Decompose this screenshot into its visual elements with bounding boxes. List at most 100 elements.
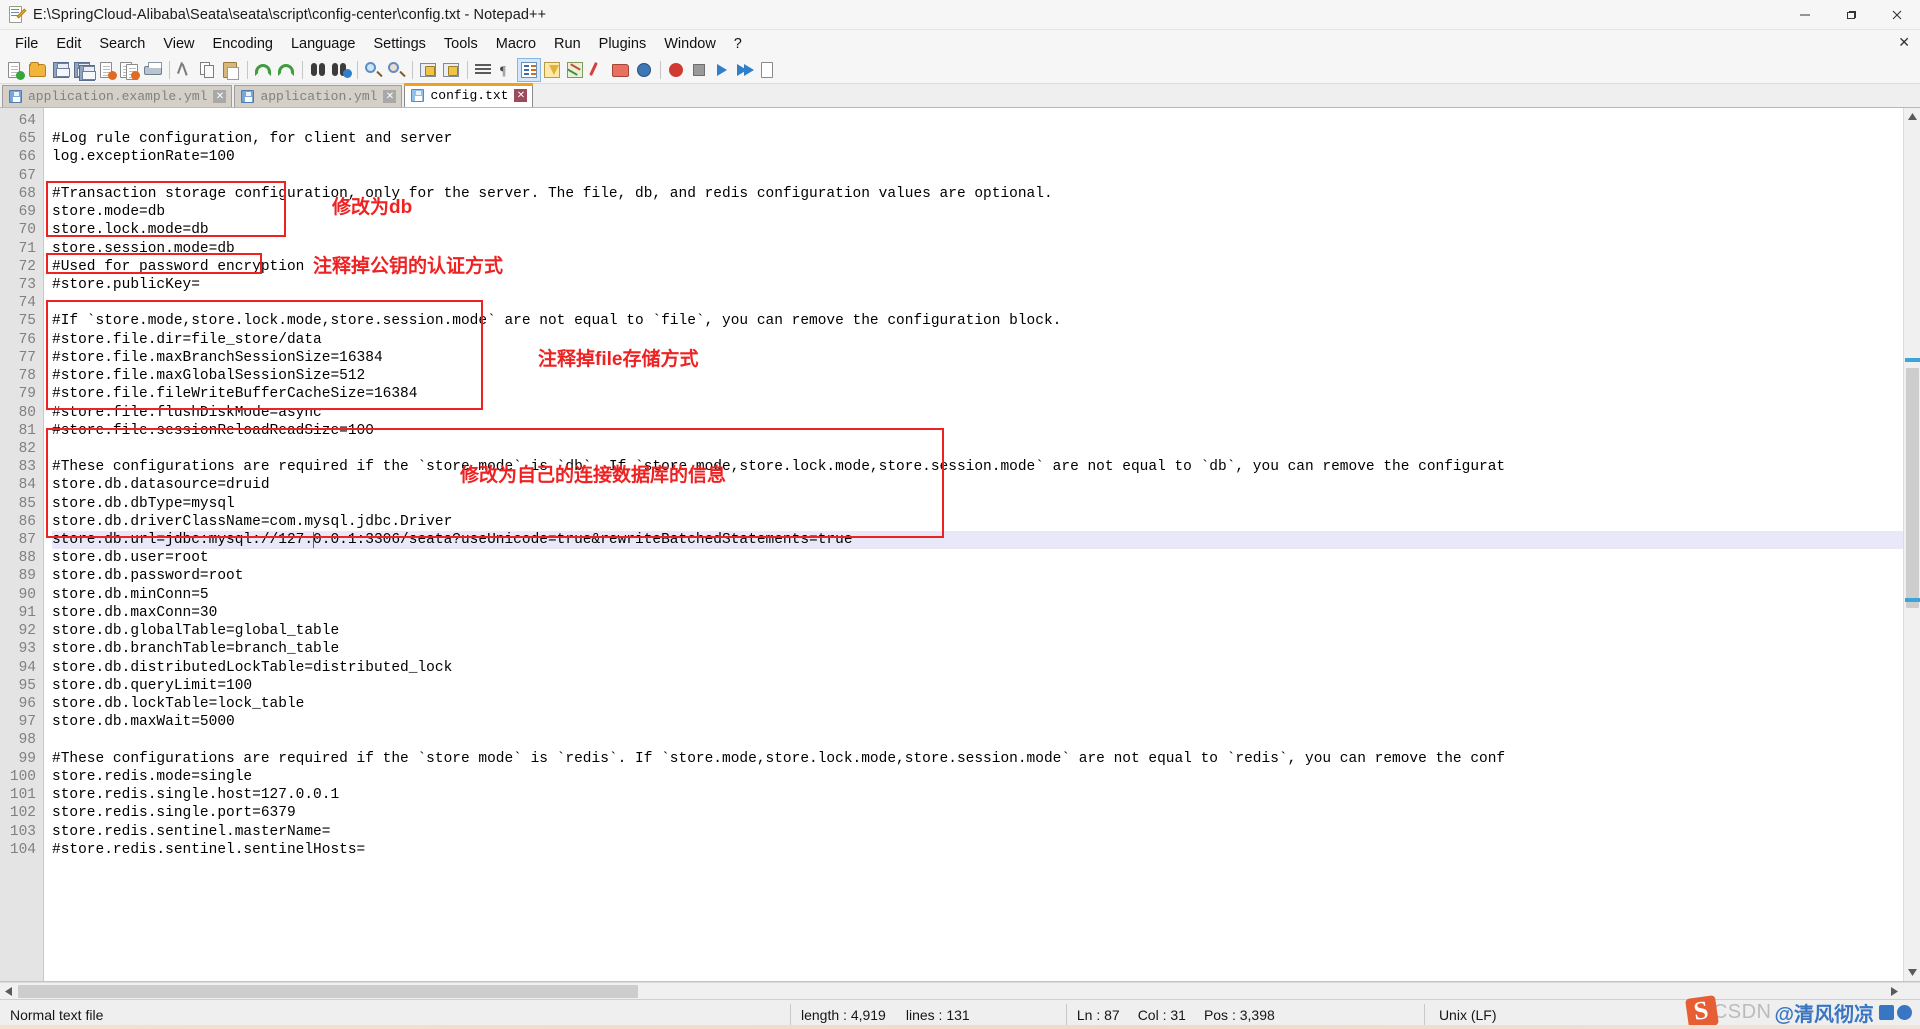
code-line[interactable]: store.db.driverClassName=com.mysql.jdbc.… bbox=[52, 513, 1920, 531]
sync-vertical-scroll-icon[interactable] bbox=[417, 59, 439, 81]
menu-run[interactable]: Run bbox=[545, 33, 590, 55]
replace-icon[interactable] bbox=[330, 59, 352, 81]
code-line[interactable]: #If `store.mode,store.lock.mode,store.se… bbox=[52, 312, 1920, 330]
menu-help[interactable]: ? bbox=[725, 33, 751, 55]
cut-icon[interactable] bbox=[174, 59, 196, 81]
tab-application-yml[interactable]: application.yml ✕ bbox=[234, 85, 403, 107]
editor-area[interactable]: 64 65 66 67 68 69 70 71 72 73 74 75 76 77 78 79 80 81 82 83… bbox=[0, 108, 1920, 982]
document-map-icon[interactable] bbox=[564, 59, 586, 81]
menu-settings[interactable]: Settings bbox=[364, 33, 434, 55]
print-icon[interactable] bbox=[142, 59, 164, 81]
tab-config-txt[interactable]: config.txt ✕ bbox=[404, 83, 534, 107]
word-wrap-icon[interactable] bbox=[472, 59, 494, 81]
show-indent-guide-icon[interactable] bbox=[517, 58, 541, 82]
menu-window[interactable]: Window bbox=[655, 33, 725, 55]
code-line[interactable] bbox=[52, 112, 1920, 130]
menu-view[interactable]: View bbox=[154, 33, 203, 55]
monitoring-icon[interactable] bbox=[633, 59, 655, 81]
code-line[interactable]: store.db.branchTable=branch_table bbox=[52, 640, 1920, 658]
macro-save-icon[interactable] bbox=[757, 59, 779, 81]
menu-macro[interactable]: Macro bbox=[487, 33, 545, 55]
scroll-right-arrow-icon[interactable] bbox=[1886, 983, 1903, 1000]
macro-play-multiple-icon[interactable] bbox=[734, 59, 756, 81]
code-line[interactable]: store.db.user=root bbox=[52, 549, 1920, 567]
save-all-icon[interactable] bbox=[73, 59, 96, 81]
user-defined-dialogue-icon[interactable] bbox=[541, 59, 563, 81]
tab-application-example-yml[interactable]: application.example.yml ✕ bbox=[2, 85, 233, 107]
function-list-icon[interactable] bbox=[587, 59, 609, 81]
vertical-scrollbar[interactable] bbox=[1903, 108, 1920, 981]
close-document-icon[interactable]: ✕ bbox=[1898, 34, 1910, 51]
code-line[interactable]: #store.publicKey= bbox=[52, 276, 1920, 294]
close-window-button[interactable] bbox=[1874, 0, 1920, 30]
scroll-down-arrow-icon[interactable] bbox=[1904, 964, 1920, 981]
macro-record-icon[interactable] bbox=[665, 59, 687, 81]
menu-plugins[interactable]: Plugins bbox=[590, 33, 656, 55]
code-line[interactable]: store.db.maxConn=30 bbox=[52, 604, 1920, 622]
code-line[interactable]: store.db.globalTable=global_table bbox=[52, 622, 1920, 640]
code-line[interactable]: #Log rule configuration, for client and … bbox=[52, 130, 1920, 148]
zoom-out-icon[interactable] bbox=[385, 59, 407, 81]
code-line[interactable]: store.db.minConn=5 bbox=[52, 586, 1920, 604]
find-icon[interactable] bbox=[307, 59, 329, 81]
macro-stop-icon[interactable] bbox=[688, 59, 710, 81]
tab-close-icon[interactable]: ✕ bbox=[514, 89, 528, 102]
menu-search[interactable]: Search bbox=[90, 33, 154, 55]
code-line[interactable]: store.redis.sentinel.masterName= bbox=[52, 823, 1920, 841]
redo-icon[interactable] bbox=[275, 59, 297, 81]
code-line[interactable]: store.db.distributedLockTable=distribute… bbox=[52, 659, 1920, 677]
menu-tools[interactable]: Tools bbox=[435, 33, 487, 55]
minimize-button[interactable] bbox=[1782, 0, 1828, 30]
code-line[interactable]: store.db.datasource=druid bbox=[52, 476, 1920, 494]
code-line[interactable]: #store.file.flushDiskMode=async bbox=[52, 404, 1920, 422]
horizontal-scrollbar[interactable] bbox=[0, 982, 1920, 999]
code-line[interactable]: #store.redis.sentinel.sentinelHosts= bbox=[52, 841, 1920, 859]
paste-icon[interactable] bbox=[220, 59, 242, 81]
menu-language[interactable]: Language bbox=[282, 33, 365, 55]
code-line[interactable]: store.db.lockTable=lock_table bbox=[52, 695, 1920, 713]
sync-horizontal-scroll-icon[interactable] bbox=[440, 59, 462, 81]
code-line[interactable]: #These configurations are required if th… bbox=[52, 750, 1920, 768]
zoom-in-icon[interactable] bbox=[362, 59, 384, 81]
code-line[interactable]: #store.file.maxBranchSessionSize=16384 bbox=[52, 349, 1920, 367]
code-line[interactable]: #store.file.maxGlobalSessionSize=512 bbox=[52, 367, 1920, 385]
close-file-icon[interactable] bbox=[96, 59, 118, 81]
code-line[interactable] bbox=[52, 294, 1920, 312]
code-line[interactable]: store.redis.mode=single bbox=[52, 768, 1920, 786]
open-file-icon[interactable] bbox=[27, 59, 49, 81]
code-line[interactable] bbox=[52, 440, 1920, 458]
code-line[interactable] bbox=[52, 167, 1920, 185]
scroll-up-arrow-icon[interactable] bbox=[1904, 108, 1920, 125]
macro-play-icon[interactable] bbox=[711, 59, 733, 81]
menu-file[interactable]: File bbox=[6, 33, 47, 55]
code-line[interactable]: store.lock.mode=db bbox=[52, 221, 1920, 239]
show-all-characters-icon[interactable]: ¶ bbox=[495, 59, 517, 81]
save-icon[interactable] bbox=[50, 59, 72, 81]
undo-icon[interactable] bbox=[252, 59, 274, 81]
code-line[interactable]: #store.file.sessionReloadReadSize=100 bbox=[52, 422, 1920, 440]
code-line[interactable]: store.db.maxWait=5000 bbox=[52, 713, 1920, 731]
code-line[interactable]: #store.file.fileWriteBufferCacheSize=163… bbox=[52, 385, 1920, 403]
code-line[interactable]: store.redis.single.port=6379 bbox=[52, 804, 1920, 822]
tab-close-icon[interactable]: ✕ bbox=[213, 90, 227, 103]
code-text-area[interactable]: #Log rule configuration, for client and … bbox=[44, 108, 1920, 981]
code-line[interactable]: log.exceptionRate=100 bbox=[52, 148, 1920, 166]
tab-close-icon[interactable]: ✕ bbox=[383, 90, 397, 103]
copy-icon[interactable] bbox=[197, 59, 219, 81]
folder-as-workspace-icon[interactable] bbox=[610, 59, 632, 81]
code-line[interactable]: #store.file.dir=file_store/data bbox=[52, 331, 1920, 349]
code-line[interactable]: store.db.queryLimit=100 bbox=[52, 677, 1920, 695]
menu-encoding[interactable]: Encoding bbox=[204, 33, 282, 55]
code-line[interactable]: store.db.url=jdbc:mysql://127.0.0.1:3306… bbox=[52, 531, 1920, 550]
code-line[interactable]: store.redis.single.host=127.0.0.1 bbox=[52, 786, 1920, 804]
close-all-icon[interactable] bbox=[119, 59, 141, 81]
vertical-scroll-thumb[interactable] bbox=[1906, 368, 1919, 608]
maximize-restore-button[interactable] bbox=[1828, 0, 1874, 30]
code-line[interactable]: #These configurations are required if th… bbox=[52, 458, 1920, 476]
scroll-left-arrow-icon[interactable] bbox=[0, 983, 17, 1000]
code-line[interactable] bbox=[52, 731, 1920, 749]
menu-edit[interactable]: Edit bbox=[47, 33, 90, 55]
code-line[interactable]: store.db.dbType=mysql bbox=[52, 495, 1920, 513]
horizontal-scroll-thumb[interactable] bbox=[18, 985, 638, 998]
new-file-icon[interactable] bbox=[4, 59, 26, 81]
